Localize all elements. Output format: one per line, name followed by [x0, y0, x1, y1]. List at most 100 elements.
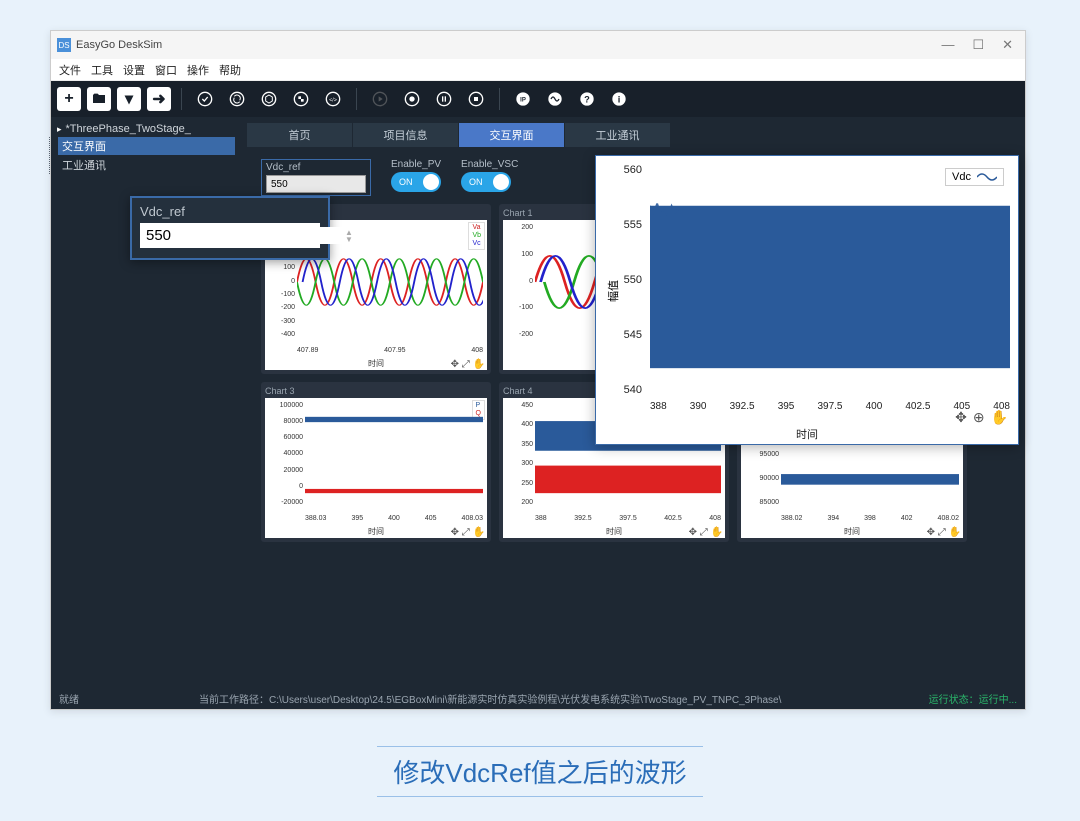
big-chart-y-label: 幅值 — [605, 280, 621, 302]
menubar: 文件 工具 设置 窗口 操作 帮助 — [51, 59, 1025, 81]
dropdown-button[interactable]: ▾ — [117, 87, 141, 111]
enable-vsc-state: ON — [469, 177, 483, 187]
big-chart-legend: Vdc — [945, 168, 1004, 186]
compile-icon[interactable] — [192, 86, 218, 112]
chart-tools[interactable]: ✥ ⤢ ✋ — [451, 359, 485, 370]
tabs: 首页 项目信息 交互界面 工业通讯 — [247, 121, 1025, 149]
separator-icon — [499, 88, 500, 110]
tree-root[interactable]: *ThreePhase_TwoStage_ — [57, 123, 235, 135]
big-chart-area — [650, 164, 1010, 396]
y-ticks: 2001000-100-200 — [503, 220, 535, 342]
tab-industrial[interactable]: 工业通讯 — [565, 123, 671, 147]
stop-icon[interactable] — [463, 86, 489, 112]
big-chart-plot: Vdc 560 555 550 545 540 幅值 388390392.539… — [596, 156, 1018, 426]
enable-pv-toggle[interactable]: ON — [391, 172, 441, 192]
chart-tools[interactable]: ✥ ⤢ ✋ — [451, 527, 485, 538]
big-chart-tools[interactable]: ✥ ⊕ ✋ — [955, 409, 1008, 426]
help-icon[interactable]: ? — [574, 86, 600, 112]
tab-interactive[interactable]: 交互界面 — [459, 123, 565, 147]
code-icon[interactable]: </> — [320, 86, 346, 112]
window-title: EasyGo DeskSim — [76, 39, 162, 51]
minimize-button[interactable]: — — [941, 37, 954, 53]
chart-3: Chart 3 100000800006000040000200000-2000… — [261, 382, 491, 542]
sidebar-item-interactive[interactable]: 交互界面 — [58, 137, 235, 155]
big-chart-x-label: 时间 — [596, 426, 1018, 444]
svg-text:</>: </> — [329, 98, 337, 104]
menu-tools[interactable]: 工具 — [91, 62, 113, 78]
chart-body[interactable]: 100000800006000040000200000-20000 P Q — [265, 398, 487, 524]
tab-project-info[interactable]: 项目信息 — [353, 123, 459, 147]
open-button[interactable] — [87, 87, 111, 111]
cube-icon[interactable] — [256, 86, 282, 112]
chart-footer: 时间 ✥ ⤢ ✋ — [741, 524, 963, 538]
x-label: 时间 — [368, 358, 384, 369]
popup-label: Vdc_ref — [140, 204, 320, 219]
vdc-ref-input-small[interactable] — [266, 175, 366, 193]
spinner-icon[interactable]: ▲▼ — [345, 229, 353, 243]
separator-icon — [181, 88, 182, 110]
y-ticks: 450400350300250200 — [503, 398, 535, 510]
close-button[interactable]: ✕ — [1002, 37, 1013, 53]
enable-pv-group: Enable_PV ON — [391, 159, 441, 192]
wave-icon[interactable] — [542, 86, 568, 112]
x-ticks: 388392.5397.5402.5408 — [535, 515, 721, 522]
enable-vsc-label: Enable_VSC — [461, 159, 518, 170]
x-ticks: 407.89407.95408 — [297, 347, 483, 354]
status-ready: 就绪 — [59, 691, 79, 706]
menu-window[interactable]: 窗口 — [155, 62, 177, 78]
caption-text: 修改VdcRef值之后的波形 — [377, 746, 702, 797]
vdc-ref-label: Vdc_ref — [266, 162, 366, 173]
chart-footer: 时间 ✥ ⤢ ✋ — [265, 524, 487, 538]
pause-icon[interactable] — [431, 86, 457, 112]
menu-settings[interactable]: 设置 — [123, 62, 145, 78]
sidebar-item-industrial[interactable]: 工业通讯 — [58, 156, 235, 174]
ip-icon[interactable]: IP — [510, 86, 536, 112]
svg-text:IP: IP — [520, 98, 526, 104]
chart-footer: 时间 ✥ ⤢ ✋ — [265, 356, 487, 370]
app-icon: DS — [57, 38, 71, 52]
plot-area — [305, 402, 483, 508]
svg-text:?: ? — [584, 94, 590, 104]
info-icon[interactable]: i — [606, 86, 632, 112]
separator-icon — [356, 88, 357, 110]
record-icon[interactable] — [399, 86, 425, 112]
y-ticks: 100000800006000040000200000-20000 — [265, 398, 305, 510]
big-chart-vdc[interactable]: Vdc 560 555 550 545 540 幅值 388390392.539… — [595, 155, 1019, 445]
svg-text:i: i — [618, 94, 621, 104]
export-button[interactable]: ➜ — [147, 87, 171, 111]
toggle-knob-icon — [423, 174, 439, 190]
zoom-icon[interactable]: ⊕ — [973, 409, 985, 426]
status-path: 当前工作路径：C:\Users\user\Desktop\24.5\EGBoxM… — [199, 691, 781, 706]
x-ticks: 388.02394398402408.02 — [781, 515, 959, 522]
hand-icon[interactable]: ✋ — [991, 409, 1008, 426]
menu-file[interactable]: 文件 — [59, 62, 81, 78]
chart-tools[interactable]: ✥ ⤢ ✋ — [689, 527, 723, 538]
enable-pv-label: Enable_PV — [391, 159, 441, 170]
enable-vsc-toggle[interactable]: ON — [461, 172, 511, 192]
vdc-ref-input[interactable] — [146, 227, 345, 244]
status-run: 运行状态：运行中... — [929, 691, 1017, 706]
pan-icon[interactable]: ✥ — [955, 409, 967, 426]
play-icon[interactable] — [367, 86, 393, 112]
chart-tools[interactable]: ✥ ⤢ ✋ — [927, 527, 961, 538]
statusbar: 就绪 当前工作路径：C:\Users\user\Desktop\24.5\EGB… — [51, 687, 1025, 709]
menu-help[interactable]: 帮助 — [219, 62, 241, 78]
x-ticks: 388.03395400405408.03 — [305, 515, 483, 522]
toolbar: + ▾ ➜ </> IP ? i — [51, 81, 1025, 117]
refresh-icon[interactable] — [224, 86, 250, 112]
tree-root-label: *ThreePhase_TwoStage_ — [66, 123, 191, 135]
menu-operate[interactable]: 操作 — [187, 62, 209, 78]
chart-title: Chart 3 — [265, 386, 487, 396]
vdc-ref-popup: Vdc_ref ▲▼ — [130, 196, 330, 260]
titlebar: DS EasyGo DeskSim — ☐ ✕ — [51, 31, 1025, 59]
caption: 修改VdcRef值之后的波形 — [0, 746, 1080, 797]
enable-pv-state: ON — [399, 177, 413, 187]
cubes-icon[interactable] — [288, 86, 314, 112]
chart-footer: 时间 ✥ ⤢ ✋ — [503, 524, 725, 538]
enable-vsc-group: Enable_VSC ON — [461, 159, 518, 192]
maximize-button[interactable]: ☐ — [972, 37, 984, 53]
new-button[interactable]: + — [57, 87, 81, 111]
tab-home[interactable]: 首页 — [247, 123, 353, 147]
toggle-knob-icon — [493, 174, 509, 190]
vdc-ref-group: Vdc_ref — [261, 159, 371, 196]
